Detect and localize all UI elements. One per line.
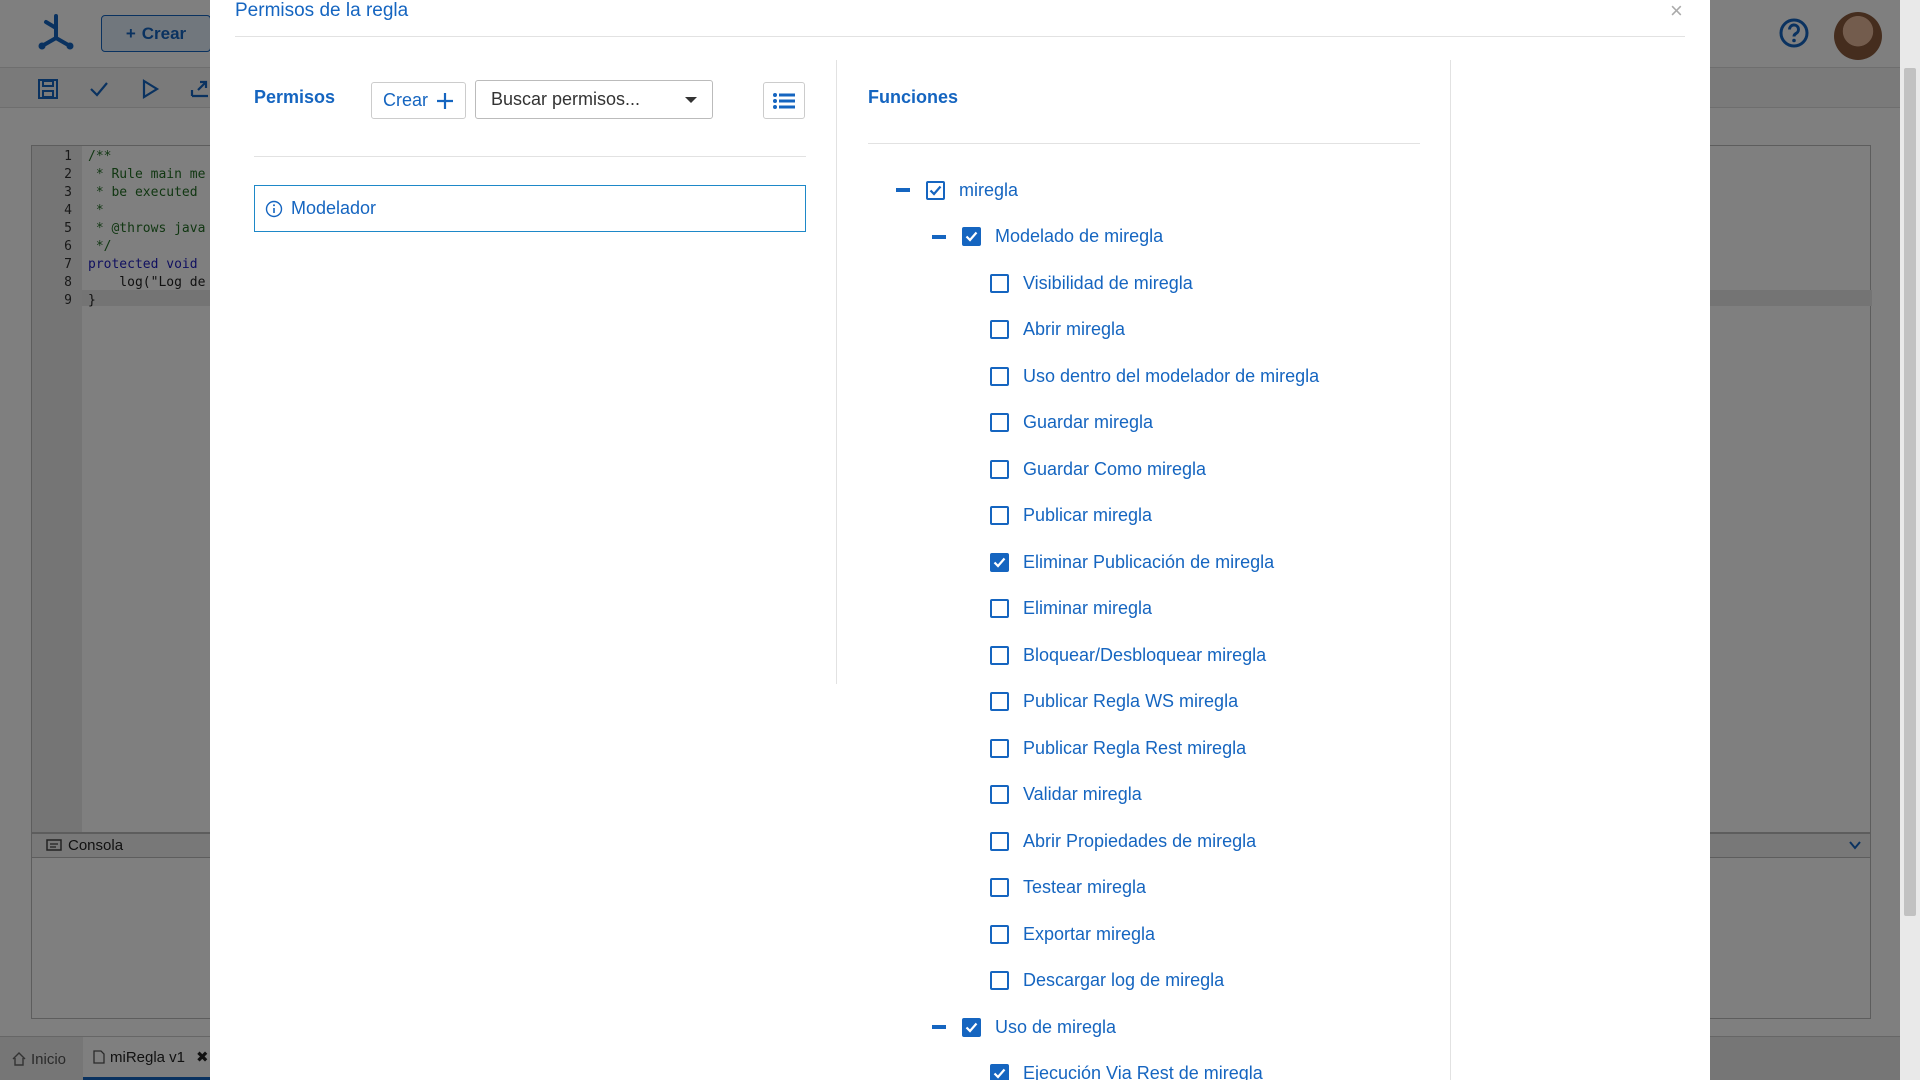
tree-node[interactable]: Guardar miregla (990, 408, 1153, 438)
funciones-divider (868, 143, 1420, 144)
checkbox-unchecked[interactable] (990, 459, 1009, 479)
tree-node[interactable]: Publicar Regla WS miregla (990, 687, 1238, 717)
tree-node-label: Abrir miregla (1023, 319, 1126, 339)
list-view-button[interactable] (763, 82, 805, 119)
tree-node[interactable]: Visibilidad de miregla (990, 268, 1193, 298)
checkbox-checked[interactable] (990, 1064, 1009, 1080)
search-permissions-select[interactable]: Buscar permisos... (475, 80, 713, 119)
create-permission-button[interactable]: Crear (371, 82, 466, 119)
column-divider (836, 60, 837, 684)
tree-node[interactable]: Abrir Propiedades de miregla (990, 826, 1256, 856)
tree-node[interactable]: miregla (926, 175, 1018, 205)
checkbox-unchecked[interactable] (990, 692, 1009, 711)
tree-node[interactable]: Publicar miregla (990, 501, 1152, 531)
checkbox-unchecked[interactable] (990, 831, 1009, 851)
tree-node-label: Publicar Regla Rest miregla (1023, 737, 1247, 758)
permission-item[interactable]: Modelador (254, 185, 806, 232)
list-icon (773, 92, 795, 109)
tree-node-label: Uso de miregla (995, 1016, 1117, 1037)
checkbox-unchecked[interactable] (990, 366, 1009, 386)
checkbox-unchecked[interactable] (990, 506, 1009, 525)
tree-node-label: Validar miregla (1023, 784, 1142, 804)
checkbox-unchecked[interactable] (990, 924, 1009, 944)
tree-node-label: Eliminar miregla (1023, 598, 1153, 618)
tree-node-label: Bloquear/Desbloquear miregla (1023, 644, 1267, 665)
tree-node-label: Ejecución Via Rest de miregla (1023, 1063, 1263, 1080)
tree-node[interactable]: Publicar Regla Rest miregla (990, 733, 1246, 763)
collapse-icon[interactable] (896, 188, 910, 192)
tree-node-label: Publicar Regla WS miregla (1023, 691, 1239, 711)
checkbox-checked[interactable] (962, 227, 981, 246)
tree-node[interactable]: Uso de miregla (962, 1012, 1116, 1042)
checkbox-checked[interactable] (926, 180, 945, 200)
search-permissions-placeholder: Buscar permisos... (491, 89, 641, 109)
tree-node-label: Guardar miregla (1023, 412, 1154, 432)
tree-node[interactable]: Eliminar Publicación de miregla (990, 547, 1274, 577)
tree-node-label: Exportar miregla (1023, 923, 1156, 944)
checkbox-unchecked[interactable] (990, 971, 1009, 990)
tree-node-label: Uso dentro del modelador de miregla (1023, 365, 1320, 386)
tree-node-label: Modelado de miregla (995, 226, 1164, 246)
tree-node[interactable]: Guardar Como miregla (990, 454, 1206, 484)
page-scrollbar[interactable] (1900, 0, 1920, 1080)
permissions-modal: Permisos de la regla × Permisos Crear Bu… (210, 0, 1710, 1080)
checkbox-checked[interactable] (990, 552, 1009, 572)
tree-node-label: Guardar Como miregla (1023, 458, 1207, 479)
tree-node[interactable]: Abrir miregla (990, 315, 1125, 345)
funciones-title: Funciones (868, 87, 959, 107)
checkbox-unchecked[interactable] (990, 273, 1009, 293)
column-divider-right (1450, 60, 1451, 1080)
checkbox-unchecked[interactable] (990, 413, 1009, 432)
checkbox-unchecked[interactable] (990, 599, 1009, 618)
tree-node-label: Testear miregla (1023, 877, 1147, 897)
modal-header-divider (235, 36, 1685, 37)
scrollbar-thumb[interactable] (1904, 68, 1916, 916)
tree-node[interactable]: Testear miregla (990, 873, 1146, 903)
close-button[interactable]: × (1670, 0, 1683, 24)
create-permission-label: Crear (382, 90, 428, 110)
tree-node[interactable]: Descargar log de miregla (990, 966, 1224, 996)
tree-node[interactable]: Validar miregla (990, 780, 1142, 810)
tree-node-label: Eliminar Publicación de miregla (1023, 551, 1275, 572)
permission-item-label: Modelador (291, 198, 377, 218)
tree-node[interactable]: Modelado de miregla (962, 222, 1163, 252)
plus-icon (437, 92, 453, 109)
checkbox-unchecked[interactable] (990, 320, 1009, 339)
tree-node-label: miregla (959, 179, 1019, 200)
checkbox-unchecked[interactable] (990, 738, 1009, 758)
permisos-title: Permisos (254, 87, 336, 107)
caret-down-icon (685, 97, 697, 103)
checkbox-unchecked[interactable] (990, 645, 1009, 665)
tree-node[interactable]: Eliminar miregla (990, 594, 1152, 624)
checkbox-unchecked[interactable] (990, 878, 1009, 897)
collapse-icon[interactable] (932, 1025, 946, 1029)
tree-node-label: Visibilidad de miregla (1023, 272, 1193, 293)
tree-node-label: Descargar log de miregla (1023, 970, 1225, 990)
info-icon (265, 200, 283, 217)
permisos-divider (254, 156, 806, 157)
modal-title: Permisos de la regla (235, 0, 409, 21)
tree-node[interactable]: Exportar miregla (990, 919, 1155, 949)
tree-node[interactable]: Ejecución Via Rest de miregla (990, 1059, 1263, 1080)
tree-node[interactable]: Bloquear/Desbloquear miregla (990, 640, 1266, 670)
collapse-icon[interactable] (932, 234, 946, 239)
checkbox-checked[interactable] (962, 1017, 981, 1037)
tree-node[interactable]: Uso dentro del modelador de miregla (990, 361, 1319, 391)
checkbox-unchecked[interactable] (990, 785, 1009, 804)
tree-node-label: Abrir Propiedades de miregla (1023, 830, 1257, 851)
tree-node-label: Publicar miregla (1023, 505, 1153, 525)
